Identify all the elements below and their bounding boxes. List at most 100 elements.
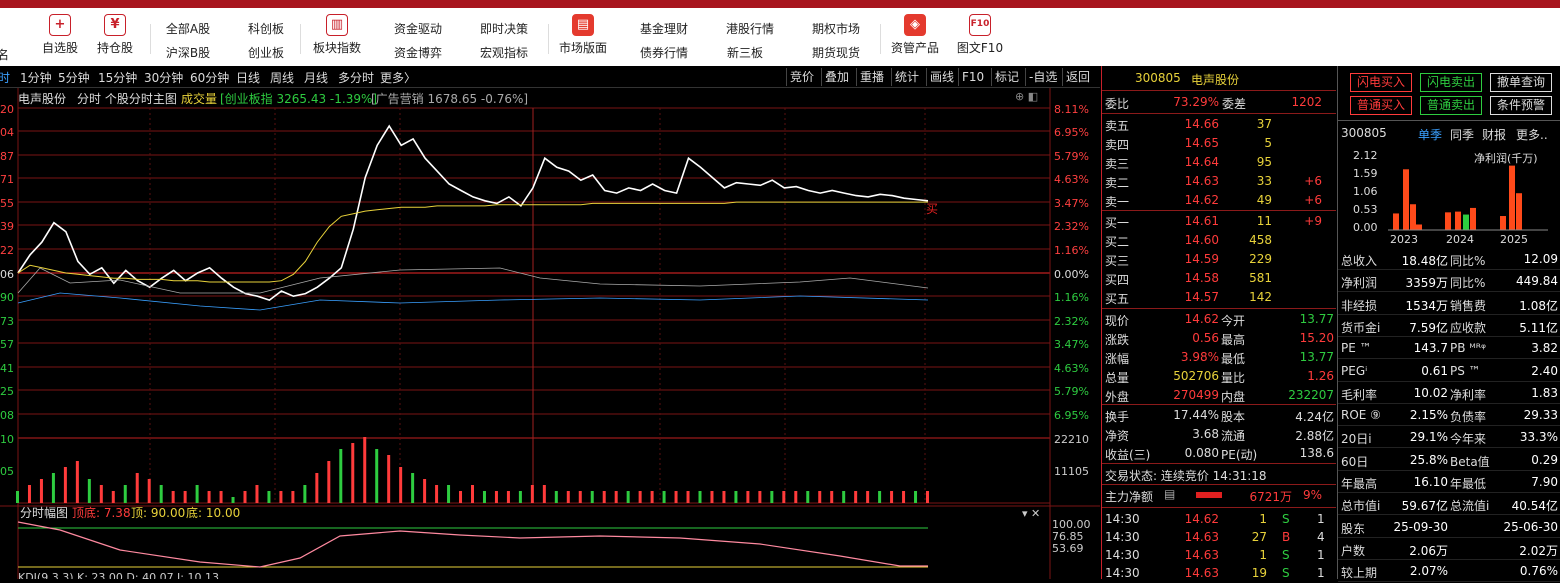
fin-row: PEGⁱ 0.61 PS ™ 2.40 [1338, 361, 1560, 382]
fin-tab[interactable]: 同季 [1450, 126, 1474, 143]
fin-value: 25-09-30 [1393, 519, 1448, 534]
cell: +6 [1304, 193, 1322, 207]
fin-label: PEGⁱ [1341, 363, 1368, 378]
y-tick-right: 4.63% [1054, 173, 1089, 186]
period-tab[interactable]: 更多〉 [380, 69, 416, 86]
cell: 95 [1256, 155, 1272, 169]
f10-label: 图文F10 [956, 41, 1004, 55]
f10-button[interactable]: F10 图文F10 [950, 14, 1010, 56]
fund-game-link[interactable]: 资金博弈 [383, 44, 453, 61]
cell: 14:30 [1105, 548, 1140, 562]
ask-row: 卖五 14.66 37 [1102, 115, 1336, 134]
volume-bar [99, 485, 103, 503]
fund-finance-link[interactable]: 基金理财 [629, 20, 699, 37]
period-tab[interactable]: 时 [0, 69, 10, 86]
fin-value: 29.33 [1523, 408, 1558, 423]
period-tab[interactable]: 1分钟 [20, 69, 52, 86]
volume-bar [530, 485, 534, 503]
tool-button[interactable]: F10 [958, 68, 987, 86]
fin-row: 60日 25.8% Beta值 0.29 [1338, 450, 1560, 471]
trade-button[interactable]: 条件预警 [1490, 96, 1552, 115]
fund-drive-link[interactable]: 资金驱动 [383, 20, 453, 37]
period-tab[interactable]: 30分钟 [144, 69, 183, 86]
period-tab[interactable]: 月线 [304, 69, 328, 86]
quote-panel: 300805 电声股份 委比 73.29% 委差 1202 卖五 14.66 37 卖四 14.65… [1101, 66, 1336, 580]
period-tab[interactable]: 多分时 [338, 69, 374, 86]
fin-y-tick: 1.06 [1353, 185, 1378, 198]
trade-button[interactable]: 闪电买入 [1350, 73, 1412, 92]
sector-index-button[interactable]: ▥ 板块指数 [307, 14, 367, 56]
volume-bar [494, 491, 498, 503]
cell: 229 [1249, 252, 1272, 266]
profit-bar [1516, 193, 1522, 230]
futures-spot-link[interactable]: 期货现货 [801, 44, 871, 61]
fin-value: 25.8% [1409, 452, 1448, 467]
cell: 138.6 [1299, 446, 1334, 460]
divider [1102, 308, 1336, 309]
f10-icon: F10 [969, 14, 991, 36]
fin-value: 10.02 [1413, 385, 1448, 400]
fin-tab[interactable]: 单季 [1418, 126, 1442, 143]
intraday-chart[interactable]: 20 04 87 71 55 39 22 06 90 73 57 41 25 08 10 05 8.11% 6.9… [0, 88, 1100, 579]
fin-tab[interactable]: 更多.. [1516, 126, 1548, 143]
tool-button[interactable]: -自选 [1025, 68, 1060, 86]
volume-bar [63, 467, 67, 503]
period-tab[interactable]: 日线 [236, 69, 260, 86]
fin-y-tick: 2.12 [1353, 149, 1378, 162]
cell: 14.63 [1184, 566, 1219, 580]
tool-button[interactable]: 竞价 [786, 68, 817, 86]
instant-decision-link[interactable]: 即时决策 [469, 20, 539, 37]
chinext-link[interactable]: 创业板 [231, 44, 301, 61]
fin-label: 总流值i [1450, 499, 1490, 514]
macro-indicator-link[interactable]: 宏观指标 [469, 44, 539, 61]
trade-button[interactable]: 闪电卖出 [1420, 73, 1482, 92]
fin-label: 总收入 [1341, 254, 1378, 268]
period-tab[interactable]: 周线 [270, 69, 294, 86]
trade-button[interactable]: 普通卖出 [1420, 96, 1482, 115]
tool-button[interactable]: 叠加 [821, 68, 852, 86]
options-market-link[interactable]: 期权市场 [801, 20, 871, 37]
market-board-button[interactable]: ▤ 市场版面 [553, 14, 613, 56]
cell: 502706 [1173, 369, 1219, 383]
trade-status-row: 交易状态: 连续竞价 14:31:18 [1102, 465, 1336, 484]
rank-tab[interactable]: 排名 [0, 46, 22, 63]
holdings-button[interactable]: ¥ 持仓股 [85, 14, 145, 56]
fin-value: 2.07% [1409, 564, 1448, 579]
bond-quotes-link[interactable]: 债券行情 [629, 44, 699, 61]
stat-row: 现价 14.62 今开 13.77 [1102, 310, 1336, 329]
watchlist-button[interactable]: + 自选股 [30, 14, 90, 56]
fin-tab[interactable]: 财报 [1482, 126, 1506, 143]
tool-button[interactable]: 统计 [891, 68, 922, 86]
list-icon[interactable]: ▤ [1164, 487, 1175, 501]
cell: 14.62 [1184, 193, 1219, 207]
volume-bar [602, 491, 606, 503]
period-tab[interactable]: 15分钟 [98, 69, 137, 86]
fin-y-tick: 0.00 [1353, 221, 1378, 234]
star-market-link[interactable]: 科创板 [231, 20, 301, 37]
hs-b-shares-link[interactable]: 沪深B股 [153, 44, 223, 61]
divider [1102, 90, 1336, 91]
neeq-link[interactable]: 新三板 [710, 44, 780, 61]
cell: S [1282, 512, 1290, 526]
pane-controls-icon: ▾ ✕ [1022, 507, 1040, 520]
cell: 股本 [1221, 410, 1246, 424]
trade-button[interactable]: 普通买入 [1350, 96, 1412, 115]
cell: 581 [1249, 271, 1272, 285]
all-a-shares-link[interactable]: 全部A股 [153, 20, 223, 37]
volume-bar [578, 491, 582, 503]
asset-products-button[interactable]: ◈ 资管产品 [885, 14, 945, 56]
tool-button[interactable]: 返回 [1062, 68, 1093, 86]
period-tab[interactable]: 60分钟 [190, 69, 229, 86]
period-tab[interactable]: 5分钟 [58, 69, 90, 86]
cell: 4 [1317, 530, 1325, 544]
hk-stocks-link[interactable]: 港股行情 [715, 20, 785, 37]
cell: 1 [1317, 512, 1325, 526]
tool-button[interactable]: 标记 [991, 68, 1022, 86]
volume-bar [279, 491, 283, 503]
fin-value: 0.76% [1519, 564, 1558, 579]
tool-button[interactable]: 画线 [926, 68, 957, 86]
cell: 卖一 [1105, 195, 1130, 209]
tool-button[interactable]: 重播 [856, 68, 887, 86]
y-tick-right: 5.79% [1054, 150, 1089, 163]
trade-button[interactable]: 撤单查询 [1490, 73, 1552, 92]
